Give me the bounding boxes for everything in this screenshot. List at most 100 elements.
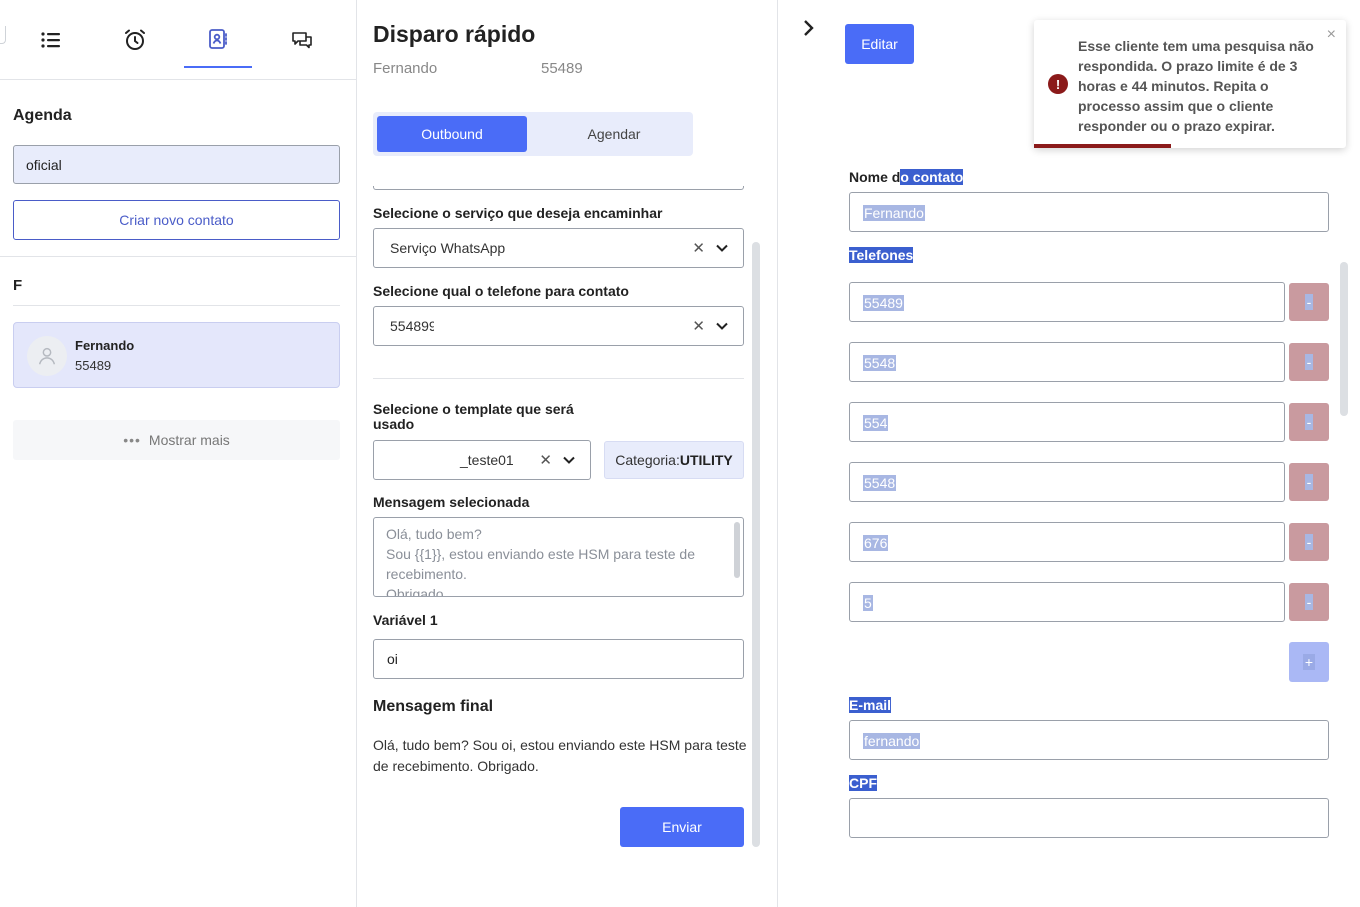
- remove-phone-label: -: [1304, 534, 1314, 550]
- category-value: UTILITY: [679, 452, 733, 468]
- list-icon: [41, 32, 60, 48]
- chevron-down-icon[interactable]: [562, 453, 576, 467]
- remove-phone-button[interactable]: -: [1289, 583, 1329, 621]
- group-letter: F: [13, 277, 23, 294]
- clear-icon[interactable]: ✕: [539, 451, 552, 469]
- phone-input[interactable]: 5: [849, 582, 1285, 622]
- chevron-down-icon[interactable]: [715, 319, 729, 333]
- phone-select[interactable]: 554899 ✕: [373, 306, 744, 346]
- phone-input[interactable]: 554: [849, 402, 1285, 442]
- textarea-scrollbar[interactable]: [734, 522, 740, 578]
- agenda-title: Agenda: [13, 107, 72, 124]
- panel-scrollbar[interactable]: [1340, 262, 1348, 416]
- variable-label: Variável 1: [373, 612, 438, 628]
- app-root: Agenda Criar novo contato F Fernando 554…: [0, 0, 1360, 907]
- remove-phone-label: -: [1304, 294, 1314, 310]
- email-value: fernando: [863, 733, 921, 749]
- remove-phone-button[interactable]: -: [1289, 523, 1329, 561]
- email-input[interactable]: fernando: [849, 720, 1329, 760]
- user-icon: [38, 347, 56, 365]
- quick-dispatch-panel: Disparo rápido Fernando 55489 Outbound A…: [357, 0, 778, 907]
- panel-scrollbar[interactable]: [752, 242, 760, 847]
- tab-outbound[interactable]: Outbound: [377, 116, 527, 152]
- agenda-search-input[interactable]: [13, 145, 340, 184]
- contact-form-panel: Editar Nome do contato Fernando Telefone…: [778, 0, 1360, 907]
- add-phone-label: +: [1302, 654, 1316, 670]
- dispatch-contact-phone: 55489: [541, 60, 583, 77]
- remove-phone-button[interactable]: -: [1289, 343, 1329, 381]
- page-title: Disparo rápido: [373, 21, 536, 47]
- remove-phone-button[interactable]: -: [1289, 403, 1329, 441]
- variable-input[interactable]: oi: [373, 639, 744, 679]
- contact-name-value: Fernando: [863, 205, 925, 221]
- more-dots-icon: •••: [123, 432, 141, 448]
- service-label: Selecione o serviço que deseja encaminha…: [373, 205, 663, 221]
- phone-value: 5548: [863, 475, 897, 491]
- remove-phone-label: -: [1304, 354, 1314, 370]
- show-more-button[interactable]: ••• Mostrar mais: [13, 420, 340, 460]
- category-badge: Categoria: UTILITY: [604, 441, 744, 479]
- phone-input[interactable]: 5548: [849, 342, 1285, 382]
- toast-progress-bar: [1034, 144, 1172, 148]
- template-label-line1: Selecione o template que será: [373, 401, 574, 417]
- contact-phone: 55489: [75, 358, 112, 373]
- remove-phone-button[interactable]: -: [1289, 463, 1329, 501]
- show-more-label: Mostrar mais: [148, 432, 230, 448]
- divider: [13, 305, 340, 306]
- remove-phone-label: -: [1304, 414, 1314, 430]
- divider: [0, 256, 356, 257]
- phone-input[interactable]: 5548: [849, 462, 1285, 502]
- email-label-text: E-mail: [849, 697, 892, 713]
- service-select[interactable]: Serviço WhatsApp ✕: [373, 228, 744, 268]
- error-icon: !: [1048, 74, 1068, 94]
- cpf-input[interactable]: [849, 798, 1329, 838]
- create-contact-button[interactable]: Criar novo contato: [13, 200, 340, 240]
- message-line: Olá, tudo bem?: [386, 526, 482, 542]
- contact-list-item[interactable]: Fernando 55489: [13, 322, 340, 388]
- phones-label: Telefones: [849, 247, 914, 263]
- clear-icon[interactable]: ✕: [692, 239, 705, 257]
- phone-select-value: 554899: [390, 318, 434, 334]
- chevron-right-icon[interactable]: [800, 18, 818, 38]
- template-label-line2: usado: [373, 416, 415, 432]
- chevron-down-icon[interactable]: [715, 241, 729, 255]
- tab-schedule[interactable]: Agendar: [539, 116, 689, 152]
- phone-value: 5548: [863, 355, 897, 371]
- tab-list[interactable]: [17, 12, 85, 68]
- template-label: Selecione o template que será usado: [373, 402, 574, 432]
- tab-contacts[interactable]: [184, 12, 252, 68]
- close-icon[interactable]: ×: [1327, 26, 1336, 44]
- avatar: [27, 336, 67, 376]
- tab-reminders[interactable]: [101, 12, 169, 68]
- cpf-label: CPF: [849, 775, 877, 791]
- phone-value: 676: [863, 535, 889, 551]
- toast-message: Esse cliente tem uma pesquisa não respon…: [1078, 38, 1314, 134]
- category-prefix: Categoria:: [615, 452, 680, 468]
- phone-input[interactable]: 676: [849, 522, 1285, 562]
- clear-icon[interactable]: ✕: [692, 317, 705, 335]
- contacts-book-icon: [209, 29, 227, 49]
- final-message-text: Olá, tudo bem? Sou oi, estou enviando es…: [373, 737, 747, 774]
- error-toast: ! Esse cliente tem uma pesquisa não resp…: [1034, 20, 1346, 148]
- nav-tabs: [0, 0, 356, 80]
- message-line: Sou {{1}}, estou enviando este HSM para …: [386, 546, 695, 562]
- send-button[interactable]: Enviar: [620, 807, 744, 847]
- final-message-title: Mensagem final: [373, 698, 494, 715]
- contact-name-input[interactable]: Fernando: [849, 192, 1329, 232]
- contact-name-label-a: Nome d: [849, 169, 901, 185]
- contact-name-label-b: o contato: [900, 169, 964, 185]
- template-select[interactable]: _teste01 ✕: [373, 440, 591, 480]
- remove-phone-button[interactable]: -: [1289, 283, 1329, 321]
- chat-bubbles-icon: [292, 32, 312, 49]
- selected-message-label: Mensagem selecionada: [373, 494, 530, 510]
- contact-name: Fernando: [75, 338, 135, 353]
- selected-message-textarea[interactable]: Olá, tudo bem? Sou {{1}}, estou enviando…: [373, 517, 744, 597]
- phone-input[interactable]: 55489: [849, 282, 1285, 322]
- add-phone-button[interactable]: +: [1289, 642, 1329, 682]
- tab-chats[interactable]: [268, 12, 336, 68]
- divider: [373, 378, 744, 379]
- collapsed-field-edge: [373, 186, 744, 190]
- cpf-label-text: CPF: [849, 775, 877, 791]
- edit-button[interactable]: Editar: [845, 24, 914, 64]
- agenda-panel: Agenda Criar novo contato F Fernando 554…: [0, 0, 357, 907]
